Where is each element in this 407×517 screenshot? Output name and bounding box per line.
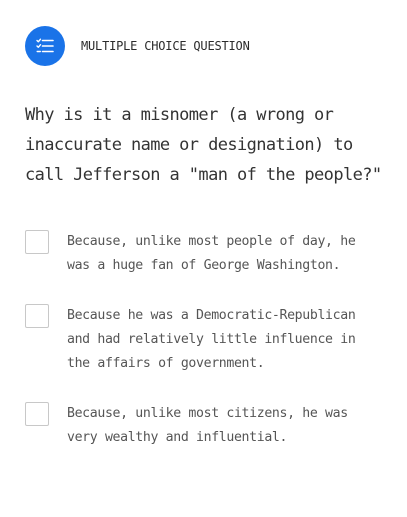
answer-checkbox[interactable]	[25, 230, 49, 254]
question-type-badge	[25, 26, 65, 66]
answer-option-label: Because he was a Democratic-Republican a…	[67, 308, 356, 371]
answer-option-label: Because, unlike most citizens, he was ve…	[67, 406, 348, 445]
question-type-label: MULTIPLE CHOICE QUESTION	[81, 39, 250, 53]
answer-option[interactable]: Because, unlike most citizens, he was ve…	[25, 402, 377, 450]
question-text: Why is it a misnomer (a wrong or inaccur…	[25, 105, 382, 185]
answer-option[interactable]: Because he was a Democratic-Republican a…	[25, 304, 377, 376]
answer-checkbox[interactable]	[25, 402, 49, 426]
answer-option[interactable]: Because, unlike most people of day, he w…	[25, 230, 377, 278]
answer-option-label: Because, unlike most people of day, he w…	[67, 234, 356, 273]
answer-checkbox[interactable]	[25, 304, 49, 328]
checklist-icon	[36, 38, 54, 53]
question-header: MULTIPLE CHOICE QUESTION	[25, 26, 250, 66]
